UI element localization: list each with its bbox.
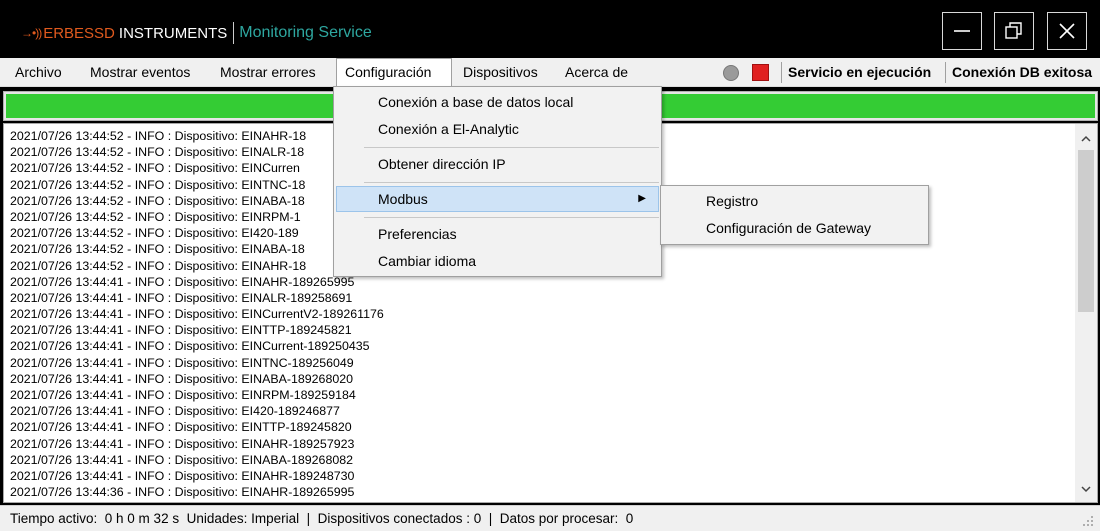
menu-mostrar-eventos[interactable]: Mostrar eventos (82, 58, 198, 87)
log-scrollbar[interactable] (1075, 124, 1097, 502)
menu-mostrar-errores[interactable]: Mostrar errores (212, 58, 324, 87)
log-line: 2021/07/26 13:44:41 - INFO : Dispositivo… (10, 339, 370, 354)
restore-icon (1005, 22, 1022, 39)
modbus-submenu: Registro Configuración de Gateway (660, 185, 929, 245)
menu-acerca-de[interactable]: Acerca de (557, 58, 636, 87)
menu-item-obtener-ip[interactable]: Obtener dirección IP (336, 151, 659, 177)
log-line: 2021/07/26 13:44:41 - INFO : Dispositivo… (10, 355, 354, 370)
close-icon (1059, 23, 1075, 39)
menu-item-conexion-el-analytic[interactable]: Conexión a El-Analytic (336, 116, 659, 142)
menu-dispositivos[interactable]: Dispositivos (455, 58, 546, 87)
minimize-icon (954, 30, 970, 32)
log-line: 2021/07/26 13:44:41 - INFO : Dispositivo… (10, 290, 353, 305)
status-divider (781, 62, 782, 83)
brand-name-instruments: INSTRUMENTS (118, 24, 228, 42)
chevron-down-icon (1081, 486, 1091, 493)
log-line: 2021/07/26 13:44:41 - INFO : Dispositivo… (10, 388, 356, 402)
stop-indicator-icon (752, 64, 769, 81)
menu-item-label: Preferencias (378, 226, 457, 242)
log-line: 2021/07/26 13:44:41 - INFO : Dispositivo… (10, 468, 355, 483)
menu-item-preferencias[interactable]: Preferencias (336, 221, 659, 247)
chevron-up-icon (1081, 135, 1091, 142)
status-divider (945, 62, 946, 83)
log-line: 2021/07/26 13:44:41 - INFO : Dispositivo… (10, 323, 352, 338)
title-bar: →•)) ERBESSD INSTRUMENTS Monitoring Serv… (0, 0, 1100, 58)
brand-name-erbessd: ERBESSD (43, 24, 115, 42)
menu-bar: Archivo Mostrar eventos Mostrar errores … (0, 58, 1100, 88)
menu-item-configuracion-gateway[interactable]: Configuración de Gateway (663, 215, 926, 241)
log-line: 2021/07/26 13:44:41 - INFO : Dispositivo… (10, 307, 384, 322)
status-bar-text: Tiempo activo: 0 h 0 m 32 s Unidades: Im… (10, 511, 634, 526)
menu-item-label: Registro (706, 193, 759, 209)
db-status-label: Conexión DB exitosa (952, 64, 1093, 80)
log-line: 2021/07/26 13:44:41 - INFO : Dispositivo… (10, 420, 352, 435)
menu-separator (364, 147, 659, 148)
log-line: 2021/07/26 13:44:41 - INFO : Dispositivo… (10, 436, 355, 451)
log-line: 2021/07/26 13:44:41 - INFO : Dispositivo… (10, 371, 354, 386)
menu-separator (364, 182, 659, 183)
brand-signal-icon: →•)) (21, 26, 42, 40)
scroll-up-button[interactable] (1075, 128, 1097, 150)
menu-item-modbus[interactable]: Modbus ▶ (336, 186, 659, 212)
connection-indicator-icon (723, 65, 739, 81)
restore-button[interactable] (994, 12, 1034, 50)
menu-item-cambiar-idioma[interactable]: Cambiar idioma (336, 248, 659, 274)
brand-logo: →•)) ERBESSD INSTRUMENTS Monitoring Serv… (21, 22, 372, 44)
menu-configuracion[interactable]: Configuración (336, 58, 452, 88)
menu-item-label: Modbus (378, 191, 428, 207)
service-status-label: Servicio en ejecución (788, 64, 932, 80)
menu-item-conexion-bd-local[interactable]: Conexión a base de datos local (336, 89, 659, 115)
menu-archivo[interactable]: Archivo (7, 58, 70, 87)
menu-item-label: Conexión a base de datos local (378, 94, 574, 110)
configuracion-dropdown: Conexión a base de datos local Conexión … (333, 86, 662, 277)
menu-item-label: Cambiar idioma (378, 253, 477, 269)
scroll-down-button[interactable] (1075, 478, 1097, 500)
log-line: 2021/07/26 13:44:41 - INFO : Dispositivo… (10, 452, 354, 467)
menu-item-label: Configuración de Gateway (706, 220, 871, 236)
scroll-thumb[interactable] (1078, 150, 1094, 312)
log-line: 2021/07/26 13:44:41 - INFO : Dispositivo… (10, 404, 340, 419)
menu-item-label: Obtener dirección IP (378, 156, 506, 172)
menu-item-label: Conexión a El-Analytic (378, 121, 519, 137)
close-button[interactable] (1047, 12, 1087, 50)
app-title: Monitoring Service (239, 24, 372, 41)
status-bar: Tiempo activo: 0 h 0 m 32 s Unidades: Im… (0, 505, 1100, 531)
minimize-button[interactable] (942, 12, 982, 50)
submenu-arrow-icon: ▶ (638, 193, 646, 204)
menu-separator (364, 217, 659, 218)
menu-item-registro[interactable]: Registro (663, 188, 926, 214)
log-line: 2021/07/26 13:44:36 - INFO : Dispositivo… (10, 485, 355, 500)
resize-grip-icon[interactable] (1082, 515, 1094, 527)
brand-divider (233, 22, 235, 44)
